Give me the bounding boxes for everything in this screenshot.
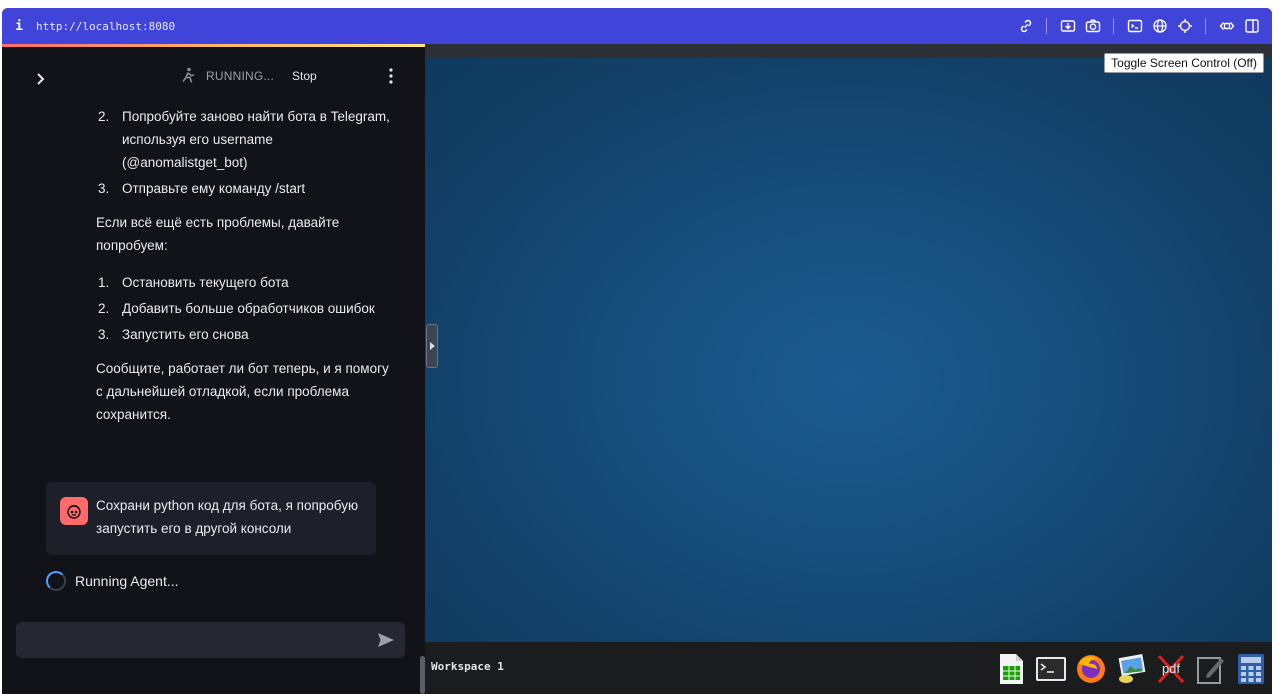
running-person-icon xyxy=(182,67,195,83)
user-message-text: Сохрани python код для бота, я попробую … xyxy=(96,498,359,536)
list-item: 3. Отправьте ему команду /start xyxy=(98,181,306,196)
toggle-screen-control-button[interactable]: Toggle Screen Control (Off) xyxy=(1104,53,1264,73)
link-icon[interactable] xyxy=(1013,8,1038,44)
text-editor-icon[interactable] xyxy=(1194,651,1228,687)
list-item: 2. Попробуйте заново найти бота в Telegra… xyxy=(98,109,390,170)
run-status: RUNNING... Stop xyxy=(178,65,317,87)
svg-text:pdf: pdf xyxy=(1162,661,1180,676)
stop-button[interactable]: Stop xyxy=(292,69,317,83)
app-window: i http://localhost:8080 RUNNING... Stop … xyxy=(2,8,1272,694)
more-options-icon[interactable] xyxy=(384,67,398,85)
terminal-icon[interactable] xyxy=(1034,651,1068,687)
step-list-b: 1. Остановить текущего бота 2. Добавить бо… xyxy=(96,271,396,346)
resize-handle[interactable] xyxy=(426,324,438,368)
swap-icon[interactable] xyxy=(1214,8,1239,44)
user-avatar-icon xyxy=(60,497,88,525)
chat-input-container xyxy=(16,622,405,658)
chat-sidebar: RUNNING... Stop 2. Попробуйте заново найт… xyxy=(2,47,425,694)
toolbar-divider xyxy=(1205,18,1206,34)
pdf-icon[interactable]: pdf xyxy=(1154,651,1188,687)
toolbar-divider xyxy=(1046,18,1047,34)
workspace-label: Workspace 1 xyxy=(431,660,504,673)
list-item: 1. Остановить текущего бота xyxy=(98,275,289,290)
remote-desktop[interactable] xyxy=(425,58,1272,642)
message-paragraph: Если всё ещё есть проблемы, давайте попр… xyxy=(96,215,340,253)
url-text[interactable]: http://localhost:8080 xyxy=(36,20,175,33)
download-icon[interactable] xyxy=(1055,8,1080,44)
crosshair-icon[interactable] xyxy=(1172,8,1197,44)
chevron-right-icon[interactable] xyxy=(32,71,48,87)
toolbar xyxy=(1013,8,1264,44)
step-list-a: 2. Попробуйте заново найти бота в Telegra… xyxy=(96,105,396,200)
running-text: Running Agent... xyxy=(75,573,179,589)
terminal-icon[interactable] xyxy=(1122,8,1147,44)
split-view-icon[interactable] xyxy=(1239,8,1264,44)
taskbar: Workspace 1 pdf xyxy=(425,642,1272,694)
expand-arrow-icon xyxy=(430,342,435,350)
status-label: RUNNING... xyxy=(206,69,274,83)
message-paragraph: Сообщите, работает ли бот теперь, и я по… xyxy=(96,361,389,422)
url-bar: i http://localhost:8080 xyxy=(2,8,1272,44)
image-viewer-icon[interactable] xyxy=(1114,651,1148,687)
list-item: 2. Добавить больше обработчиков ошибок xyxy=(98,301,375,316)
globe-icon[interactable] xyxy=(1147,8,1172,44)
list-item: 3. Запустить его снова xyxy=(98,327,249,342)
running-indicator: Running Agent... xyxy=(46,571,179,591)
firefox-icon[interactable] xyxy=(1074,651,1108,687)
taskbar-apps: pdf xyxy=(988,650,1268,688)
info-icon[interactable]: i xyxy=(2,19,36,34)
send-icon[interactable] xyxy=(377,632,395,648)
calculator-icon[interactable] xyxy=(1234,651,1268,687)
assistant-message: 2. Попробуйте заново найти бота в Telegra… xyxy=(96,105,396,440)
chat-input[interactable] xyxy=(28,622,368,658)
toolbar-divider xyxy=(1113,18,1114,34)
spinner-icon xyxy=(46,571,66,591)
spreadsheet-icon[interactable] xyxy=(994,651,1028,687)
user-message: Сохрани python код для бота, я попробую … xyxy=(46,482,376,555)
camera-icon[interactable] xyxy=(1080,8,1105,44)
